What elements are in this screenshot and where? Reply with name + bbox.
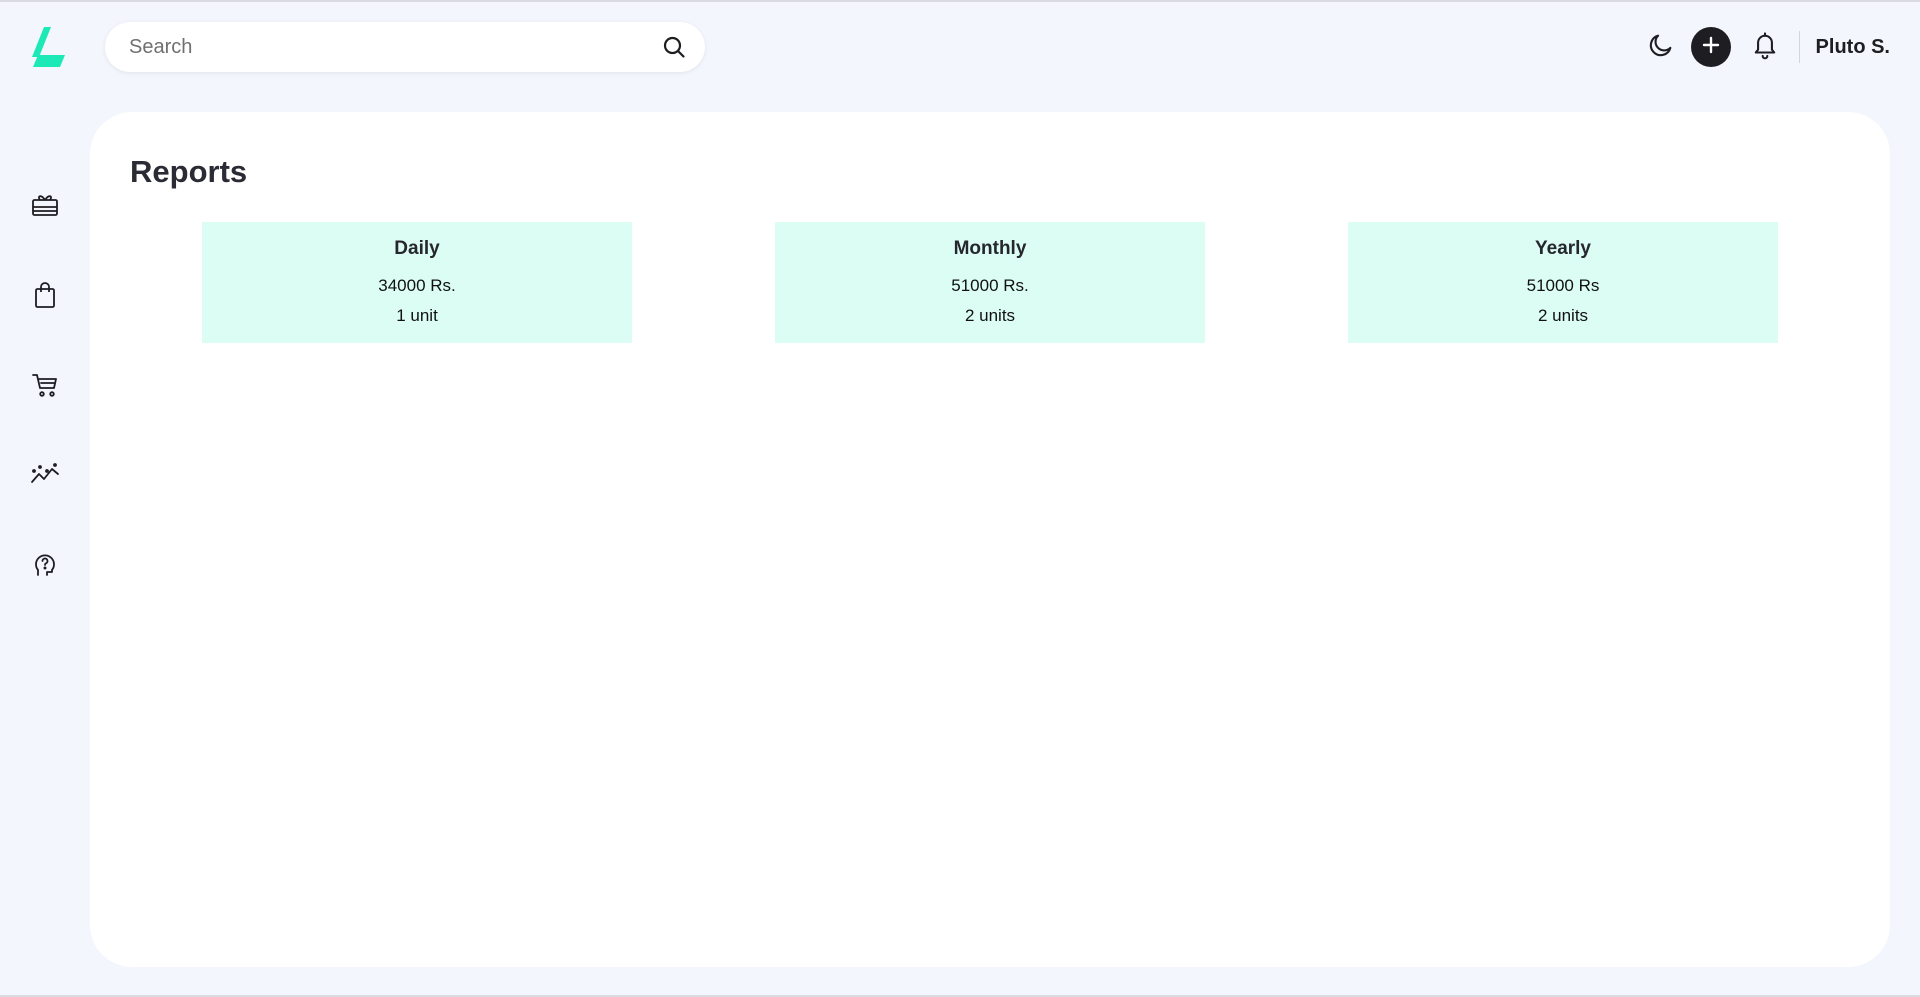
page-title: Reports: [130, 154, 248, 189]
report-card-units: 1 unit: [396, 306, 438, 325]
search-bar[interactable]: [105, 22, 705, 72]
search-input[interactable]: [129, 35, 661, 59]
bell-icon: [1751, 30, 1779, 65]
report-card-title: Yearly: [1535, 238, 1591, 259]
report-cards: Daily 34000 Rs. 1 unit Monthly 51000 Rs.…: [202, 222, 1778, 343]
plus-icon: [1701, 35, 1721, 60]
top-border: [0, 0, 1920, 2]
add-button[interactable]: [1690, 27, 1731, 67]
moon-icon: [1647, 31, 1675, 64]
report-card-units: 2 units: [1537, 306, 1589, 325]
sidebar: [28, 190, 62, 640]
sidebar-item-reports[interactable]: [28, 460, 62, 494]
report-card-amount: 51000 Rs: [1526, 276, 1600, 295]
main-panel: Reports Daily 34000 Rs. 1 unit Monthly 5…: [90, 112, 1890, 967]
report-card-monthly[interactable]: Monthly 51000 Rs. 2 units: [775, 222, 1205, 343]
report-card-title: Monthly: [953, 238, 1027, 259]
header-actions: Pluto S.: [1643, 24, 1890, 70]
report-card-title: Daily: [394, 238, 440, 259]
brand-logo[interactable]: [29, 27, 67, 67]
gift-card-icon: [31, 192, 59, 223]
header-divider: [1798, 31, 1800, 63]
report-card-units: 2 units: [964, 306, 1016, 325]
cart-icon: [31, 371, 59, 404]
notifications-button[interactable]: [1747, 29, 1783, 65]
sidebar-item-gifts[interactable]: [28, 190, 62, 224]
sidebar-item-orders[interactable]: [28, 370, 62, 404]
support-icon: [32, 551, 58, 584]
analytics-icon: [30, 462, 60, 493]
sidebar-item-products[interactable]: [28, 280, 62, 314]
shopping-bag-icon: [33, 281, 57, 314]
report-card-yearly[interactable]: Yearly 51000 Rs 2 units: [1348, 222, 1778, 343]
report-card-daily[interactable]: Daily 34000 Rs. 1 unit: [202, 222, 632, 343]
report-card-amount: 34000 Rs.: [378, 276, 456, 295]
theme-toggle-button[interactable]: [1643, 29, 1679, 65]
report-card-amount: 51000 Rs.: [951, 276, 1029, 295]
sidebar-item-support[interactable]: [28, 550, 62, 584]
user-name[interactable]: Pluto S.: [1816, 36, 1890, 59]
search-icon[interactable]: [661, 34, 687, 60]
